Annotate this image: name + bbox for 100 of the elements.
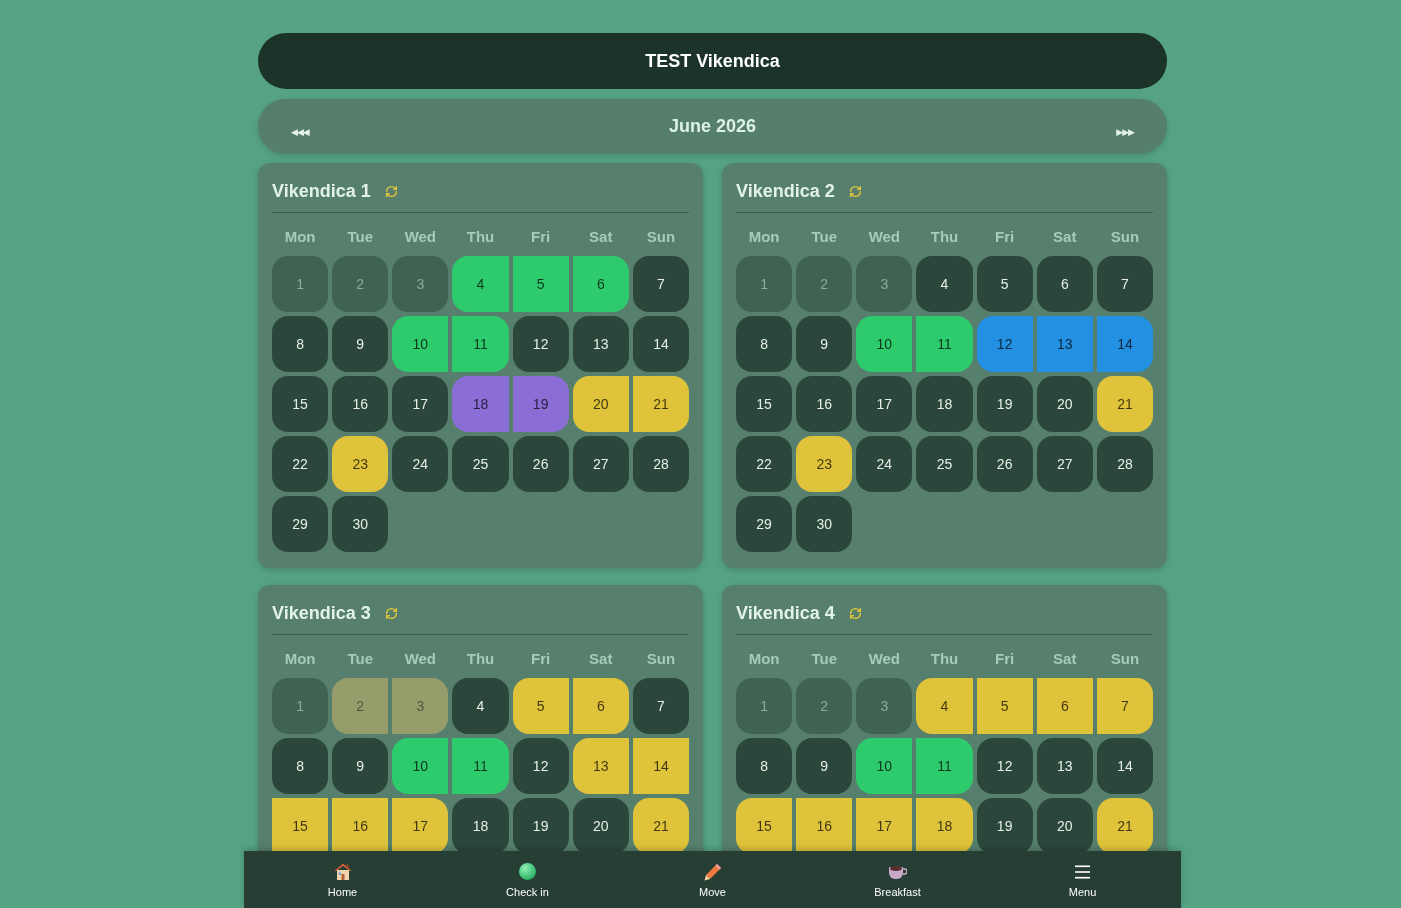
- day-cell[interactable]: 15: [272, 376, 329, 432]
- day-cell[interactable]: 4: [452, 256, 509, 312]
- day-cell[interactable]: 17: [856, 798, 913, 854]
- day-cell[interactable]: 5: [512, 256, 569, 312]
- day-cell[interactable]: 14: [632, 316, 689, 372]
- day-cell[interactable]: 13: [1036, 738, 1093, 794]
- day-cell[interactable]: 10: [392, 738, 449, 794]
- day-cell[interactable]: 5: [976, 256, 1033, 312]
- day-cell[interactable]: 15: [736, 798, 793, 854]
- day-cell[interactable]: 16: [332, 798, 389, 854]
- day-cell[interactable]: 12: [976, 316, 1033, 372]
- day-cell[interactable]: 28: [1096, 436, 1153, 492]
- day-cell[interactable]: 9: [332, 316, 389, 372]
- day-cell[interactable]: 21: [632, 798, 689, 854]
- day-cell[interactable]: 14: [632, 738, 689, 794]
- day-cell[interactable]: 29: [272, 496, 329, 552]
- day-cell[interactable]: 30: [796, 496, 853, 552]
- day-cell[interactable]: 18: [916, 376, 973, 432]
- day-cell[interactable]: 29: [736, 496, 793, 552]
- day-cell[interactable]: 11: [452, 316, 509, 372]
- day-cell[interactable]: 12: [976, 738, 1033, 794]
- day-cell[interactable]: 9: [796, 316, 853, 372]
- refresh-icon[interactable]: [848, 606, 862, 620]
- refresh-icon[interactable]: [384, 606, 398, 620]
- day-cell[interactable]: 8: [272, 316, 329, 372]
- day-cell[interactable]: 6: [572, 678, 629, 734]
- day-cell[interactable]: 11: [916, 738, 973, 794]
- day-cell[interactable]: 27: [1036, 436, 1093, 492]
- day-cell[interactable]: 23: [332, 436, 389, 492]
- day-cell[interactable]: 19: [512, 376, 569, 432]
- day-cell[interactable]: 28: [632, 436, 689, 492]
- day-cell[interactable]: 6: [1036, 256, 1093, 312]
- day-cell[interactable]: 24: [856, 436, 913, 492]
- day-cell[interactable]: 20: [1036, 798, 1093, 854]
- day-cell[interactable]: 20: [572, 798, 629, 854]
- day-cell[interactable]: 6: [572, 256, 629, 312]
- day-cell[interactable]: 12: [512, 738, 569, 794]
- day-cell[interactable]: 19: [976, 376, 1033, 432]
- day-cell[interactable]: 13: [572, 738, 629, 794]
- nav-item[interactable]: Move: [620, 851, 805, 908]
- day-cell[interactable]: 9: [332, 738, 389, 794]
- day-cell[interactable]: 20: [1036, 376, 1093, 432]
- next-month-button[interactable]: ▶▶▶: [1116, 113, 1134, 140]
- day-cell[interactable]: 22: [272, 436, 329, 492]
- day-cell[interactable]: 5: [976, 678, 1033, 734]
- day-cell[interactable]: 19: [976, 798, 1033, 854]
- day-cell[interactable]: 26: [512, 436, 569, 492]
- day-cell[interactable]: 20: [572, 376, 629, 432]
- day-cell[interactable]: 13: [1036, 316, 1093, 372]
- day-cell[interactable]: 12: [512, 316, 569, 372]
- day-cell[interactable]: 5: [512, 678, 569, 734]
- day-cell[interactable]: 30: [332, 496, 389, 552]
- day-cell[interactable]: 16: [332, 376, 389, 432]
- day-cell[interactable]: 17: [392, 798, 449, 854]
- day-cell[interactable]: 18: [452, 798, 509, 854]
- day-cell[interactable]: 24: [392, 436, 449, 492]
- nav-item[interactable]: Check in: [435, 851, 620, 908]
- nav-item[interactable]: Breakfast: [805, 851, 990, 908]
- day-cell[interactable]: 21: [632, 376, 689, 432]
- day-cell[interactable]: 4: [916, 256, 973, 312]
- day-cell[interactable]: 11: [916, 316, 973, 372]
- day-cell[interactable]: 21: [1096, 798, 1153, 854]
- day-cell[interactable]: 27: [572, 436, 629, 492]
- day-cell[interactable]: 8: [736, 738, 793, 794]
- day-cell[interactable]: 17: [856, 376, 913, 432]
- previous-month-button[interactable]: ◀◀◀: [291, 113, 309, 140]
- day-cell[interactable]: 9: [796, 738, 853, 794]
- day-cell[interactable]: 10: [856, 316, 913, 372]
- day-cell[interactable]: 13: [572, 316, 629, 372]
- day-cell[interactable]: 8: [736, 316, 793, 372]
- day-cell[interactable]: 10: [856, 738, 913, 794]
- day-cell[interactable]: 26: [976, 436, 1033, 492]
- refresh-icon[interactable]: [384, 184, 398, 198]
- day-cell[interactable]: 14: [1096, 316, 1153, 372]
- day-cell[interactable]: 17: [392, 376, 449, 432]
- day-cell[interactable]: 16: [796, 798, 853, 854]
- day-cell[interactable]: 15: [736, 376, 793, 432]
- day-cell[interactable]: 6: [1036, 678, 1093, 734]
- day-cell[interactable]: 4: [452, 678, 509, 734]
- day-cell[interactable]: 23: [796, 436, 853, 492]
- nav-item[interactable]: Home: [250, 851, 435, 908]
- day-cell[interactable]: 7: [632, 678, 689, 734]
- day-cell[interactable]: 10: [392, 316, 449, 372]
- day-cell[interactable]: 16: [796, 376, 853, 432]
- day-cell[interactable]: 11: [452, 738, 509, 794]
- day-cell[interactable]: 19: [512, 798, 569, 854]
- day-cell[interactable]: 7: [1096, 256, 1153, 312]
- day-cell[interactable]: 4: [916, 678, 973, 734]
- day-cell[interactable]: 14: [1096, 738, 1153, 794]
- day-cell[interactable]: 18: [916, 798, 973, 854]
- day-cell[interactable]: 18: [452, 376, 509, 432]
- day-cell[interactable]: 8: [272, 738, 329, 794]
- day-cell[interactable]: 21: [1096, 376, 1153, 432]
- day-cell[interactable]: 7: [1096, 678, 1153, 734]
- day-cell[interactable]: 25: [916, 436, 973, 492]
- day-cell[interactable]: 22: [736, 436, 793, 492]
- day-cell[interactable]: 15: [272, 798, 329, 854]
- day-cell[interactable]: 7: [632, 256, 689, 312]
- day-cell[interactable]: 25: [452, 436, 509, 492]
- nav-item[interactable]: Menu: [990, 851, 1175, 908]
